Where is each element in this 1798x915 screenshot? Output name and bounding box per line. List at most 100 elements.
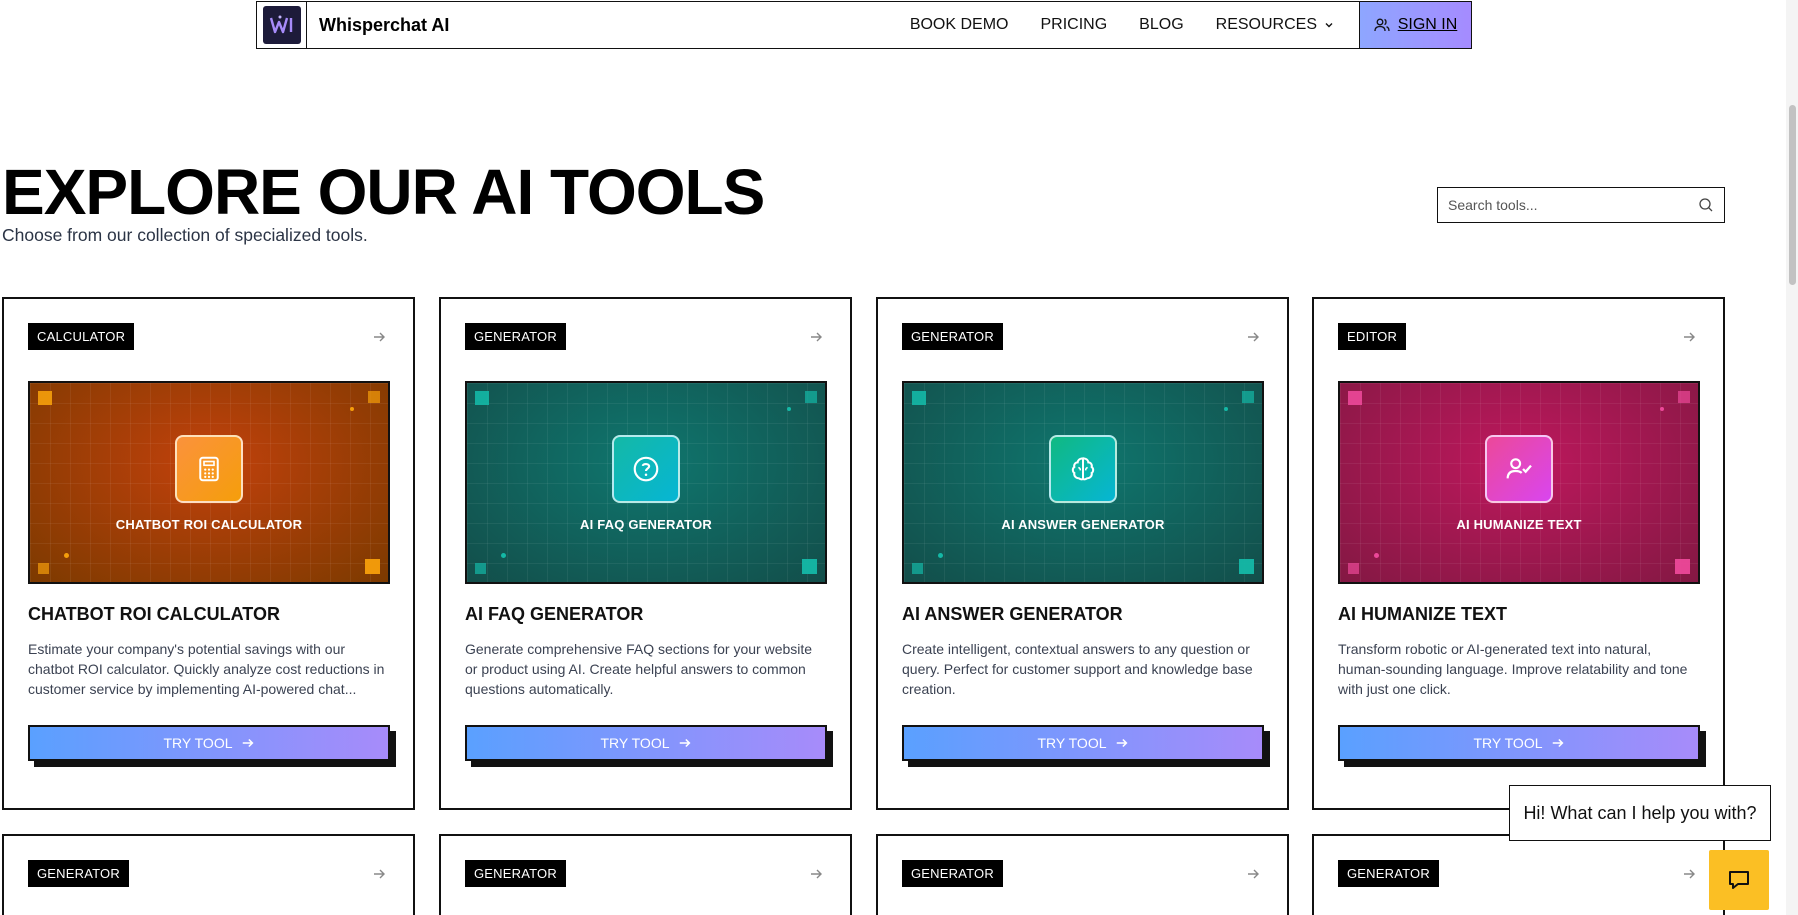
decor-dot: [64, 553, 69, 558]
card-description: Generate comprehensive FAQ sections for …: [465, 641, 813, 697]
navbar: Whisperchat AI BOOK DEMO PRICING BLOG RE…: [256, 1, 1472, 49]
decor-square: [912, 391, 926, 405]
decor-square: [1675, 559, 1690, 574]
logo-mark-icon: [262, 6, 301, 44]
card-title: AI HUMANIZE TEXT: [1338, 604, 1507, 624]
decor-dot: [938, 553, 943, 558]
nav-link-book-demo[interactable]: BOOK DEMO: [894, 16, 1025, 34]
card-tag: GENERATOR: [465, 323, 566, 350]
brand-name[interactable]: Whisperchat AI: [307, 2, 449, 48]
page-subtitle: Choose from our collection of specialize…: [2, 225, 368, 245]
search-icon[interactable]: [1698, 197, 1714, 213]
arrow-right-icon[interactable]: [371, 329, 387, 345]
arrow-right-icon: [1684, 869, 1695, 879]
decor-square: [1239, 559, 1254, 574]
decor-square: [475, 391, 489, 405]
try-tool-label: TRY TOOL: [600, 735, 670, 751]
scrollbar-thumb[interactable]: [1789, 105, 1796, 285]
search-box: [1437, 187, 1725, 223]
decor-square: [912, 563, 923, 574]
card-tag: GENERATOR: [465, 860, 566, 887]
decor-dot: [1224, 407, 1228, 411]
tool-card[interactable]: GENERATOR: [876, 834, 1289, 915]
decor-square: [1242, 391, 1254, 403]
nav-link-resources[interactable]: RESOURCES: [1200, 16, 1351, 34]
decor-square: [38, 391, 52, 405]
try-tool-button[interactable]: TRY TOOL: [1338, 725, 1700, 761]
card-banner: AI HUMANIZE TEXT: [1338, 381, 1700, 584]
decor-dot: [1374, 553, 1379, 558]
decor-square: [805, 391, 817, 403]
card-tag: EDITOR: [1338, 323, 1407, 350]
card-banner: AI ANSWER GENERATOR: [902, 381, 1264, 584]
card-title: CHATBOT ROI CALCULATOR: [28, 604, 280, 624]
chevron-down-icon: [1325, 23, 1333, 28]
card-tag: CALCULATOR: [28, 323, 135, 350]
card-tag: GENERATOR: [28, 860, 129, 887]
decor-square: [802, 559, 817, 574]
arrow-right-icon: [242, 738, 253, 748]
card-title: AI ANSWER GENERATOR: [902, 604, 1123, 624]
nav-link-resources-label: RESOURCES: [1215, 16, 1317, 33]
tool-card[interactable]: EDITOR AI HUMANIZE TEXT AI HUMANIZE TEXT…: [1312, 297, 1725, 810]
page-title: EXPLORE OUR AI TOOLS: [2, 156, 765, 228]
user-check-icon: [1485, 435, 1553, 503]
arrow-right-icon[interactable]: [1245, 329, 1261, 345]
decor-dot: [787, 407, 791, 411]
calculator-icon: [175, 435, 243, 503]
users-icon: [1374, 18, 1390, 32]
tool-card[interactable]: CALCULATOR CHATBOT ROI CALCULATOR CHATBO…: [2, 297, 415, 810]
tool-card[interactable]: GENERATOR: [2, 834, 415, 915]
try-tool-button[interactable]: TRY TOOL: [28, 725, 390, 761]
tool-card[interactable]: GENERATOR AI FAQ GENERATOR AI FAQ GENERA…: [439, 297, 852, 810]
decor-square: [1348, 563, 1359, 574]
decor-dot: [1660, 407, 1664, 411]
decor-square: [1348, 391, 1362, 405]
tool-card[interactable]: GENERATOR: [1312, 834, 1725, 915]
chat-greeting-bubble[interactable]: Hi! What can I help you with?: [1509, 785, 1771, 841]
search-input[interactable]: [1448, 197, 1698, 213]
scrollbar[interactable]: [1786, 0, 1798, 915]
try-tool-button[interactable]: TRY TOOL: [465, 725, 827, 761]
sign-in-button[interactable]: SIGN IN: [1359, 2, 1471, 48]
decor-dot: [501, 553, 506, 558]
try-tool-label: TRY TOOL: [1037, 735, 1107, 751]
card-banner: CHATBOT ROI CALCULATOR: [28, 381, 390, 584]
card-tag: GENERATOR: [1338, 860, 1439, 887]
nav-link-blog[interactable]: BLOG: [1123, 16, 1199, 34]
card-banner-title: AI ANSWER GENERATOR: [1001, 517, 1165, 532]
chat-open-button[interactable]: [1709, 850, 1769, 910]
sign-in-label: SIGN IN: [1397, 16, 1458, 33]
card-banner-title: AI HUMANIZE TEXT: [1456, 517, 1582, 532]
tool-card[interactable]: GENERATOR AI ANSWER GENERATOR AI ANSWER …: [876, 297, 1289, 810]
try-tool-label: TRY TOOL: [1473, 735, 1543, 751]
tool-card[interactable]: GENERATOR: [439, 834, 852, 915]
arrow-right-icon[interactable]: [808, 329, 824, 345]
brain-icon: [1049, 435, 1117, 503]
chat-icon: [1729, 871, 1749, 889]
arrow-right-icon: [811, 869, 822, 879]
arrow-right-icon: [1116, 738, 1127, 748]
logo[interactable]: [257, 2, 307, 48]
arrow-right-icon: [1248, 869, 1259, 879]
decor-dot: [350, 407, 354, 411]
card-description: Estimate your company's potential saving…: [28, 641, 385, 697]
card-banner-title: AI FAQ GENERATOR: [579, 517, 712, 532]
decor-square: [365, 559, 380, 574]
nav-link-pricing[interactable]: PRICING: [1025, 16, 1124, 34]
decor-square: [368, 391, 380, 403]
try-tool-button[interactable]: TRY TOOL: [902, 725, 1264, 761]
decor-square: [475, 563, 486, 574]
card-tag: GENERATOR: [902, 860, 1003, 887]
card-description: Transform robotic or AI-generated text i…: [1338, 641, 1688, 697]
card-description: Create intelligent, contextual answers t…: [902, 641, 1253, 697]
question-icon: [612, 435, 680, 503]
decor-square: [38, 563, 49, 574]
arrow-right-icon: [679, 738, 690, 748]
card-banner: AI FAQ GENERATOR: [465, 381, 827, 584]
arrow-right-icon[interactable]: [1681, 329, 1697, 345]
decor-square: [1678, 391, 1690, 403]
try-tool-label: TRY TOOL: [163, 735, 233, 751]
arrow-right-icon: [1552, 738, 1563, 748]
card-title: AI FAQ GENERATOR: [465, 604, 644, 624]
